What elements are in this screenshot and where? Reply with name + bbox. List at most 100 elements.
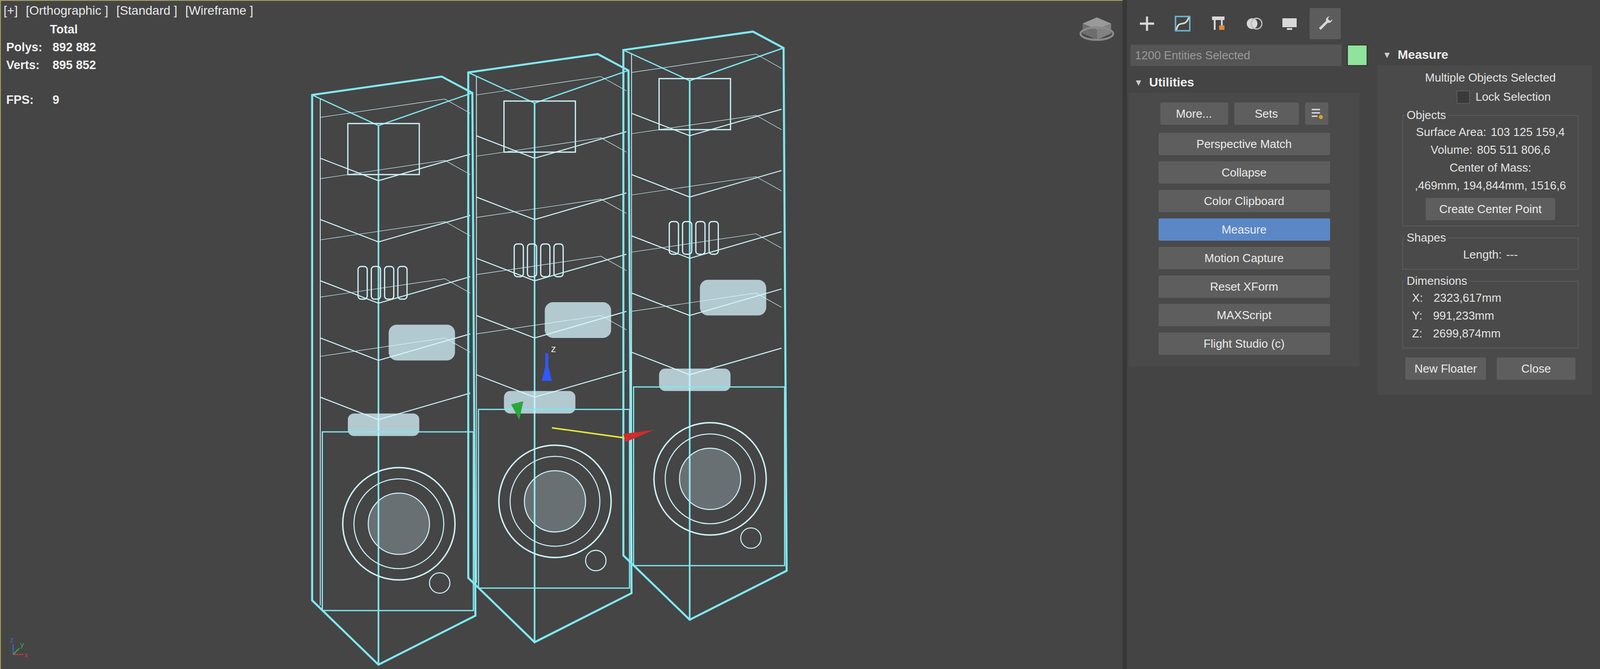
dimension-axis: X: bbox=[1412, 288, 1424, 307]
app-window: zxyz[+][Orthographic ][Standard ][Wirefr… bbox=[0, 0, 1600, 669]
measure-row: Surface Area:103 125 159,4 bbox=[1416, 122, 1565, 141]
fps-value: 9 bbox=[52, 90, 60, 109]
rollout-toggle[interactable]: ▼ bbox=[1382, 49, 1392, 61]
measure-label: Length: bbox=[1463, 245, 1503, 264]
command-tab[interactable] bbox=[1238, 8, 1270, 40]
cabinet-wireframe bbox=[468, 53, 632, 642]
selection-field[interactable]: 1200 Entities Selected bbox=[1130, 44, 1342, 66]
command-tab[interactable] bbox=[1273, 8, 1306, 40]
command-tabs bbox=[1128, 8, 1600, 40]
selection-status: Multiple Objects Selected bbox=[1424, 69, 1556, 86]
stats-overlay: TotalPolys: 892 882 Verts: 895 852 FPS: 9 bbox=[6, 20, 97, 109]
dimension-value: 2699,874mm bbox=[1432, 324, 1501, 343]
panel-body: 1200 Entities Selected▼UtilitiesMore...S… bbox=[1128, 44, 1600, 395]
rollout-title: Utilities bbox=[1149, 75, 1355, 90]
list-config-icon bbox=[1310, 106, 1324, 121]
command-panel: 1200 Entities Selected▼UtilitiesMore...S… bbox=[1122, 0, 1600, 669]
wireframe-canvas[interactable]: zxyz bbox=[0, 0, 1123, 669]
utility-button[interactable]: Motion Capture bbox=[1158, 246, 1331, 270]
fps-row: FPS: 9 bbox=[6, 90, 97, 109]
measure-rollout: ▼ Measure Multiple Objects Selected Lock Se… bbox=[1377, 44, 1592, 395]
selection-row: 1200 Entities Selected bbox=[1128, 44, 1370, 66]
viewport-labels: [+] [Orthographic ] [Standard ] [Wireframe … bbox=[3, 3, 254, 18]
viewport-label[interactable]: [+] bbox=[3, 3, 18, 18]
object-color-swatch[interactable] bbox=[1346, 44, 1368, 66]
gizmo-icon[interactable]: z bbox=[510, 342, 654, 442]
command-tab[interactable] bbox=[1167, 8, 1199, 40]
viewport[interactable]: zxyz[+][Orthographic ][Standard ][Wirefr… bbox=[0, 0, 1123, 669]
stats-row: Polys: 892 882 bbox=[6, 38, 97, 57]
utility-button[interactable]: Flight Studio (c) bbox=[1158, 332, 1331, 355]
utilities-body: More...Sets Perspective Match Collapse Colo… bbox=[1128, 92, 1360, 367]
dimension-row: Y: 991,233mm bbox=[1408, 306, 1494, 325]
close-button[interactable]: Close bbox=[1496, 357, 1576, 380]
group-title: Dimensions bbox=[1404, 273, 1470, 288]
left-column: 1200 Entities Selected ▼ Utilities More...S… bbox=[1128, 44, 1370, 395]
lock-selection[interactable]: Lock Selection bbox=[1456, 89, 1551, 104]
measure-label: Volume: bbox=[1430, 140, 1473, 159]
stats-label: Polys: bbox=[6, 38, 47, 57]
command-tab[interactable] bbox=[1202, 8, 1234, 40]
wrench-icon bbox=[1316, 14, 1335, 33]
rollout-title: Measure bbox=[1397, 47, 1587, 62]
dimension-value: 991,233mm bbox=[1432, 306, 1494, 325]
center-of-mass-label: Center of Mass: bbox=[1449, 158, 1532, 177]
dimension-value: 2323,617mm bbox=[1433, 288, 1502, 307]
create-icon bbox=[1138, 14, 1156, 33]
center-of-mass-value: ,469mm, 194,844mm, 1516,6 bbox=[1414, 176, 1567, 195]
dimension-axis: Y: bbox=[1412, 306, 1423, 325]
shapes-group: ShapesLength:--- bbox=[1402, 230, 1579, 270]
viewport-label[interactable]: [Orthographic ] bbox=[25, 3, 109, 18]
rollout-header[interactable]: ▼ Utilities bbox=[1128, 72, 1360, 93]
command-tab[interactable] bbox=[1131, 8, 1163, 40]
dimension-axis: Z: bbox=[1412, 324, 1423, 343]
utility-button[interactable]: MAXScript bbox=[1158, 303, 1331, 327]
measure-value: 805 511 806,6 bbox=[1477, 140, 1551, 159]
utility-button[interactable]: Measure bbox=[1158, 218, 1331, 241]
measure-row: Volume:805 511 806,6 bbox=[1430, 140, 1551, 159]
configure-sets-button[interactable] bbox=[1305, 102, 1329, 125]
utility-button[interactable]: Reset XForm bbox=[1158, 275, 1331, 298]
axis-tripod-icon: xyz bbox=[10, 635, 29, 659]
utility-button[interactable]: Perspective Match bbox=[1158, 132, 1331, 156]
measure-value: --- bbox=[1506, 245, 1518, 264]
hierarchy-icon bbox=[1209, 14, 1228, 33]
objects-group: ObjectsSurface Area:103 125 159,4Volume:… bbox=[1402, 108, 1579, 227]
measure-label: Surface Area: bbox=[1416, 122, 1487, 141]
utility-button[interactable]: Color Clipboard bbox=[1158, 189, 1331, 213]
dimension-row: Z: 2699,874mm bbox=[1408, 324, 1501, 343]
stats-title: Total bbox=[6, 20, 97, 39]
lock-label: Lock Selection bbox=[1475, 89, 1551, 104]
display-icon bbox=[1280, 14, 1299, 33]
stats-label: Verts: bbox=[6, 56, 47, 74]
cabinet-wireframe bbox=[312, 76, 476, 665]
utilities-top-row: More...Sets bbox=[1160, 102, 1329, 125]
dimension-row: X: 2323,617mm bbox=[1408, 288, 1502, 307]
new-floater-button[interactable]: New Floater bbox=[1405, 357, 1486, 380]
svg-text:y: y bbox=[20, 640, 25, 649]
measure-buttons: New Floater Close bbox=[1405, 357, 1576, 380]
measure-row: Length:--- bbox=[1463, 245, 1519, 264]
fps-label: FPS: bbox=[6, 90, 47, 109]
stats-row: Verts: 895 852 bbox=[6, 56, 97, 74]
command-tab[interactable] bbox=[1309, 8, 1341, 40]
stats-value: 895 852 bbox=[52, 56, 97, 74]
rollout-toggle[interactable]: ▼ bbox=[1134, 77, 1143, 88]
more-button[interactable]: More... bbox=[1160, 102, 1229, 125]
rollout-header[interactable]: ▼ Measure bbox=[1377, 44, 1592, 66]
dimensions-group: DimensionsX: 2323,617mm Y: 991,233mm Z: 2699,… bbox=[1402, 273, 1579, 349]
utilities-rollout: ▼ Utilities More...Sets Perspective Match Co… bbox=[1128, 72, 1360, 367]
motion-icon bbox=[1244, 14, 1263, 33]
lock-checkbox[interactable] bbox=[1456, 90, 1470, 104]
viewport-label[interactable]: [Wireframe ] bbox=[185, 3, 254, 18]
create-center-point-button[interactable]: Create Center Point bbox=[1425, 197, 1556, 221]
svg-text:x: x bbox=[24, 650, 29, 659]
viewcube-icon[interactable] bbox=[1080, 17, 1114, 40]
svg-text:z: z bbox=[10, 635, 14, 644]
modify-icon bbox=[1173, 14, 1192, 33]
sets-button[interactable]: Sets bbox=[1234, 102, 1299, 125]
viewport-label[interactable]: [Standard ] bbox=[116, 3, 178, 18]
measure-value: 103 125 159,4 bbox=[1490, 122, 1565, 141]
utility-button[interactable]: Collapse bbox=[1158, 161, 1331, 184]
stats-value: 892 882 bbox=[52, 38, 97, 57]
